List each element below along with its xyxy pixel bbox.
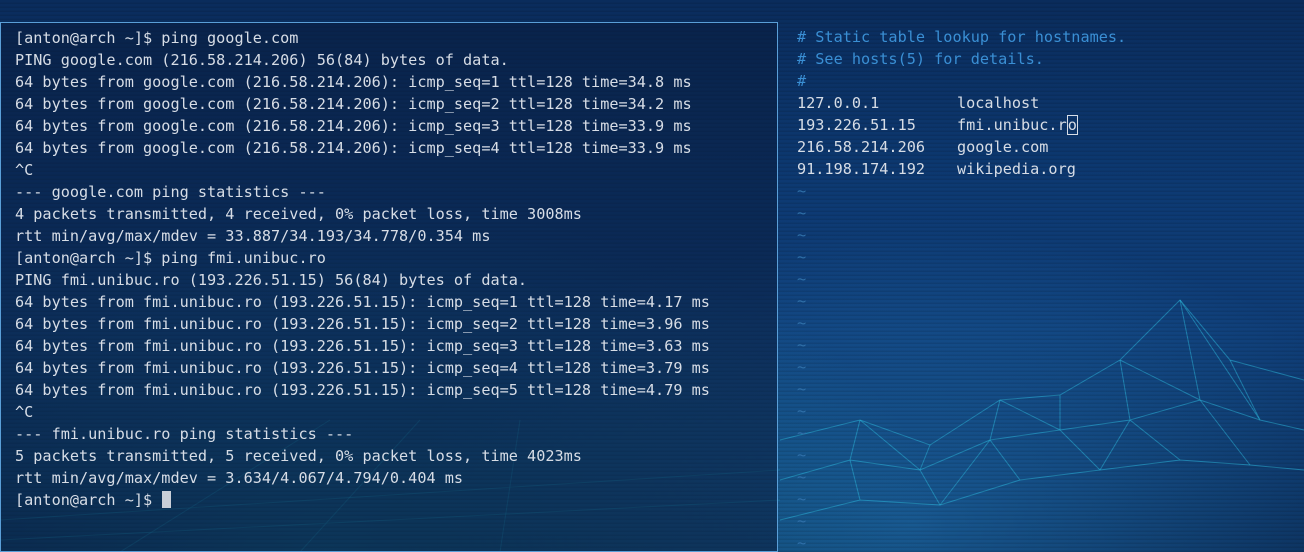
hosts-entry[interactable]: 127.0.0.1 localhost [797, 92, 1126, 114]
editor-empty-line-marker: ~ [797, 182, 807, 200]
terminal-line: --- fmi.unibuc.ro ping statistics --- [15, 425, 354, 443]
shell-prompt: [anton@arch ~]$ [15, 491, 162, 509]
editor-empty-line-marker: ~ [797, 292, 807, 310]
editor-comment-line: # [797, 72, 807, 90]
terminal-window[interactable]: [anton@arch ~]$ ping google.com PING goo… [0, 22, 778, 552]
editor-empty-line-marker: ~ [797, 270, 807, 288]
editor-cursor: o [1066, 115, 1078, 135]
editor-pane[interactable]: # Static table lookup for hostnames. # S… [786, 24, 1304, 552]
text-cursor [162, 491, 172, 508]
terminal-line: [anton@arch ~]$ ping google.com [15, 29, 299, 47]
editor-empty-line-marker: ~ [797, 490, 807, 508]
hosts-entry-name: google.com [957, 138, 1049, 156]
terminal-line: [anton@arch ~]$ ping fmi.unibuc.ro [15, 249, 326, 267]
terminal-line: 64 bytes from google.com (216.58.214.206… [15, 95, 692, 113]
terminal-line: PING google.com (216.58.214.206) 56(84) … [15, 51, 509, 69]
terminal-line: 64 bytes from fmi.unibuc.ro (193.226.51.… [15, 337, 710, 355]
terminal-line: 64 bytes from fmi.unibuc.ro (193.226.51.… [15, 381, 710, 399]
terminal-prompt-line[interactable]: [anton@arch ~]$ [15, 489, 710, 511]
editor-empty-line-marker: ~ [797, 336, 807, 354]
terminal-line: rtt min/avg/max/mdev = 33.887/34.193/34.… [15, 227, 491, 245]
terminal-line: 64 bytes from fmi.unibuc.ro (193.226.51.… [15, 315, 710, 333]
hosts-entry[interactable]: 91.198.174.192 wikipedia.org [797, 158, 1126, 180]
editor-empty-lines: ~ ~ ~ ~ ~ ~ ~ ~ ~ ~ ~ ~ ~ ~ ~ ~ ~ [797, 180, 806, 552]
hosts-entry[interactable]: 216.58.214.206 google.com [797, 136, 1126, 158]
editor-empty-line-marker: ~ [797, 402, 807, 420]
terminal-output: [anton@arch ~]$ ping google.com PING goo… [15, 27, 710, 511]
hosts-entry-name: wikipedia.org [957, 160, 1076, 178]
terminal-line: 64 bytes from google.com (216.58.214.206… [15, 117, 692, 135]
editor-empty-line-marker: ~ [797, 248, 807, 266]
editor-empty-line-marker: ~ [797, 226, 807, 244]
editor-buffer: # Static table lookup for hostnames. # S… [797, 26, 1126, 180]
editor-comment-line: # See hosts(5) for details. [797, 50, 1044, 68]
editor-empty-line-marker: ~ [797, 512, 807, 530]
terminal-line: ^C [15, 403, 34, 421]
editor-empty-line-marker: ~ [797, 424, 807, 442]
hosts-entry-ip: 216.58.214.206 [797, 138, 926, 156]
terminal-line: PING fmi.unibuc.ro (193.226.51.15) 56(84… [15, 271, 528, 289]
hosts-entry[interactable]: 193.226.51.15 fmi.unibuc.ro [797, 114, 1126, 136]
editor-empty-line-marker: ~ [797, 446, 807, 464]
editor-empty-line-marker: ~ [797, 314, 807, 332]
hosts-entry-ip: 91.198.174.192 [797, 160, 926, 178]
hosts-entry-ip: 193.226.51.15 [797, 116, 916, 134]
terminal-line: rtt min/avg/max/mdev = 3.634/4.067/4.794… [15, 469, 464, 487]
editor-empty-line-marker: ~ [797, 534, 807, 552]
editor-comment-line: # Static table lookup for hostnames. [797, 28, 1127, 46]
terminal-line: ^C [15, 161, 34, 179]
terminal-line: 64 bytes from google.com (216.58.214.206… [15, 73, 692, 91]
terminal-line: 4 packets transmitted, 4 received, 0% pa… [15, 205, 582, 223]
terminal-line: 64 bytes from google.com (216.58.214.206… [15, 139, 692, 157]
editor-empty-line-marker: ~ [797, 468, 807, 486]
editor-empty-line-marker: ~ [797, 204, 807, 222]
terminal-line: 5 packets transmitted, 5 received, 0% pa… [15, 447, 582, 465]
hosts-entry-name: fmi.unibuc.r [957, 116, 1067, 134]
hosts-entry-name: localhost [957, 94, 1040, 112]
hosts-entry-ip: 127.0.0.1 [797, 94, 880, 112]
terminal-line: 64 bytes from fmi.unibuc.ro (193.226.51.… [15, 293, 710, 311]
terminal-line: 64 bytes from fmi.unibuc.ro (193.226.51.… [15, 359, 710, 377]
editor-empty-line-marker: ~ [797, 380, 807, 398]
terminal-line: --- google.com ping statistics --- [15, 183, 326, 201]
editor-empty-line-marker: ~ [797, 358, 807, 376]
